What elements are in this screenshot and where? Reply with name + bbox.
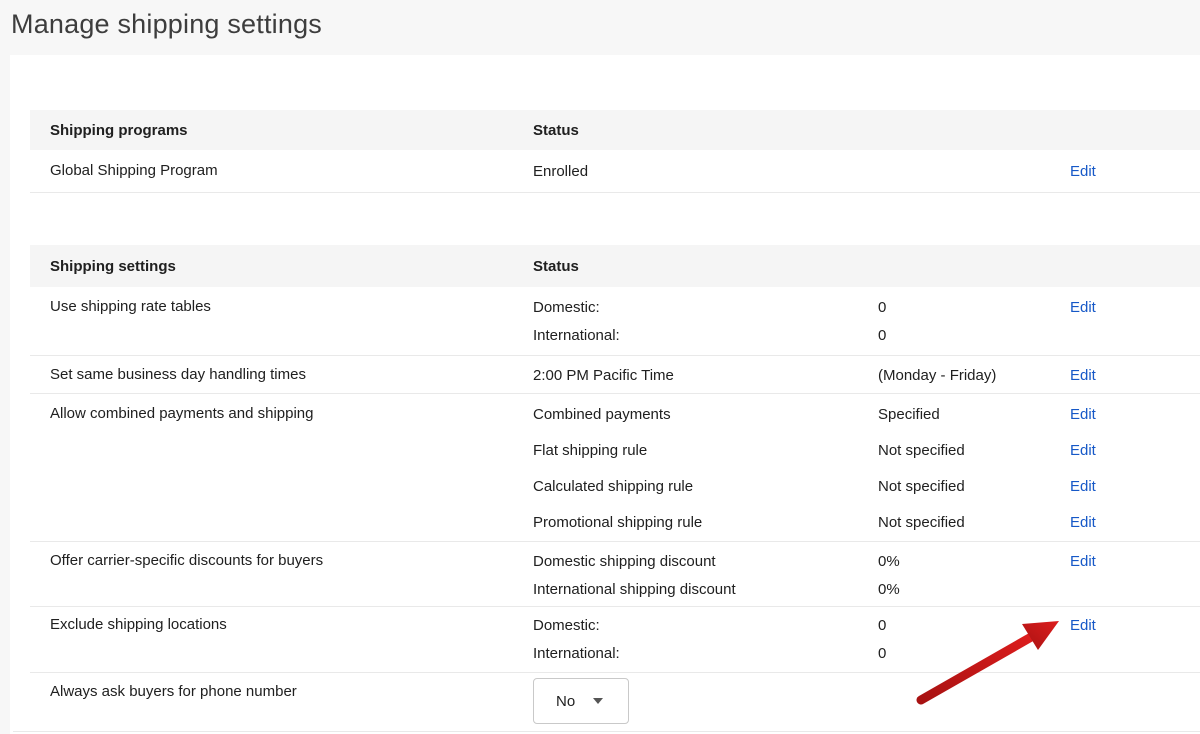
page-title: Manage shipping settings (11, 6, 322, 42)
table-row-rate-tables: Use shipping rate tables Domestic: 0 Edi… (30, 287, 1200, 356)
status-entries: Enrolled Edit (533, 150, 1200, 192)
setting-name: Always ask buyers for phone number (30, 678, 533, 724)
edit-link[interactable]: Edit (1070, 367, 1096, 384)
content-panel: Shipping programs Status Global Shipping… (10, 55, 1200, 734)
status-value: 0 (878, 327, 1070, 344)
shipping-programs-table: Shipping programs Status Global Shipping… (30, 110, 1200, 193)
status-entries: Combined payments Specified Edit Flat sh… (533, 396, 1200, 540)
status-value: 0 (878, 645, 1070, 662)
manage-shipping-settings-page: { "title": "Manage shipping settings", "… (0, 0, 1200, 734)
setting-name: Set same business day handling times (30, 361, 533, 389)
status-entries: Domestic shipping discount 0% Edit Inter… (533, 547, 1200, 603)
status-entries: Domestic: 0 Edit International: 0 (533, 611, 1200, 667)
status-label: Calculated shipping rule (533, 478, 878, 495)
status-entries: Domestic: 0 Edit International: 0 (533, 293, 1200, 349)
status-label: Domestic: (533, 617, 878, 634)
status-entry: Enrolled Edit (533, 150, 1200, 192)
status-entry: Calculated shipping rule Not specified E… (533, 468, 1200, 504)
table-row-combined-payments: Allow combined payments and shipping Com… (30, 394, 1200, 542)
edit-link[interactable]: Edit (1070, 406, 1096, 423)
table-row-carrier-discounts: Offer carrier-specific discounts for buy… (30, 542, 1200, 607)
status-entry: International shipping discount 0% (533, 575, 1200, 603)
status-label: Combined payments (533, 406, 878, 423)
shipping-settings-table: Shipping settings Status Use shipping ra… (30, 245, 1200, 724)
status-value: Not specified (878, 442, 1070, 459)
status-label: Flat shipping rule (533, 442, 878, 459)
status-value: Not specified (878, 478, 1070, 495)
setting-name: Global Shipping Program (30, 150, 533, 192)
setting-name: Exclude shipping locations (30, 611, 533, 667)
status-entry: International: 0 (533, 639, 1200, 667)
edit-link[interactable]: Edit (1070, 478, 1096, 495)
status-value: (Monday - Friday) (878, 367, 1070, 384)
status-value: Not specified (878, 514, 1070, 531)
settings-table-header: Shipping settings Status (30, 245, 1200, 287)
status-value: 0 (878, 299, 1070, 316)
setting-name: Allow combined payments and shipping (30, 396, 533, 540)
caret-down-icon (593, 698, 603, 704)
column-header-shipping-settings: Shipping settings (30, 258, 533, 275)
status-label: International shipping discount (533, 581, 878, 598)
table-row-handling-times: Set same business day handling times 2:0… (30, 356, 1200, 394)
column-header-shipping-programs: Shipping programs (30, 122, 533, 139)
status-entry: Flat shipping rule Not specified Edit (533, 432, 1200, 468)
edit-link[interactable]: Edit (1070, 514, 1096, 531)
status-label: Promotional shipping rule (533, 514, 878, 531)
dropdown-value: No (556, 693, 575, 710)
edit-link[interactable]: Edit (1070, 553, 1096, 570)
status-label: Domestic shipping discount (533, 553, 878, 570)
edit-link[interactable]: Edit (1070, 299, 1096, 316)
table-row-global-shipping-program: Global Shipping Program Enrolled Edit (30, 150, 1200, 193)
status-entry: 2:00 PM Pacific Time (Monday - Friday) E… (533, 361, 1200, 389)
table-row-phone-number: Always ask buyers for phone number No (30, 673, 1200, 724)
status-entry: Domestic: 0 Edit (533, 611, 1200, 639)
column-header-status: Status (533, 122, 1200, 139)
edit-link[interactable]: Edit (1070, 163, 1096, 180)
status-entries: 2:00 PM Pacific Time (Monday - Friday) E… (533, 361, 1200, 389)
status-value: Specified (878, 406, 1070, 423)
programs-table-header: Shipping programs Status (30, 110, 1200, 150)
status-entry: Promotional shipping rule Not specified … (533, 504, 1200, 540)
status-entry: Combined payments Specified Edit (533, 396, 1200, 432)
table-row-exclude-locations: Exclude shipping locations Domestic: 0 E… (30, 607, 1200, 673)
bottom-divider (13, 731, 1200, 732)
status-label: Enrolled (533, 163, 878, 180)
status-value: 0 (878, 617, 1070, 634)
edit-link-exclude-locations[interactable]: Edit (1070, 617, 1096, 634)
status-entry: Domestic shipping discount 0% Edit (533, 547, 1200, 575)
status-entry: Domestic: 0 Edit (533, 293, 1200, 321)
status-label: International: (533, 327, 878, 344)
status-value: 0% (878, 581, 1070, 598)
status-label: 2:00 PM Pacific Time (533, 367, 878, 384)
column-header-status: Status (533, 258, 1200, 275)
phone-number-dropdown[interactable]: No (533, 678, 629, 724)
status-label: International: (533, 645, 878, 662)
setting-name: Offer carrier-specific discounts for buy… (30, 547, 533, 603)
status-value: 0% (878, 553, 1070, 570)
status-entry: International: 0 (533, 321, 1200, 349)
status-entries: No (533, 678, 1200, 724)
edit-link[interactable]: Edit (1070, 442, 1096, 459)
status-label: Domestic: (533, 299, 878, 316)
setting-name: Use shipping rate tables (30, 293, 533, 349)
